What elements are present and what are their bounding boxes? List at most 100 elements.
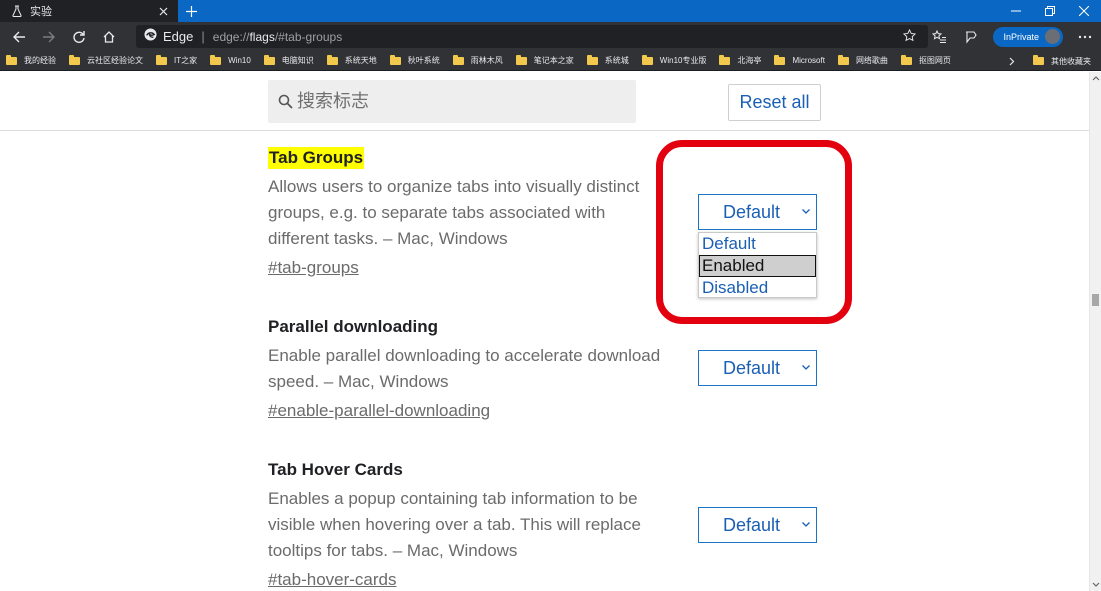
- bookmark-label: 网络歌曲: [855, 56, 888, 65]
- flag-description: Allows users to organize tabs into visua…: [268, 177, 640, 248]
- search-box[interactable]: [268, 80, 636, 123]
- select-value: Default: [723, 357, 781, 378]
- bookmark-item[interactable]: 抠图网页: [900, 54, 951, 66]
- header-divider: [0, 130, 1089, 131]
- address-separator: |: [201, 29, 205, 44]
- bookmarks-bar: 我的经验 云社区经验论文 IT之家 Win10 电脑知识 系统天地 秋叶系统 雨林木风 笔记本之…: [0, 51, 1101, 71]
- bookmark-item[interactable]: 我的经验: [6, 54, 56, 66]
- home-icon: [103, 30, 115, 43]
- bookmark-label: 云社区经验论文: [87, 56, 143, 65]
- bookmark-item[interactable]: IT之家: [156, 54, 198, 66]
- flag-description: Enable parallel downloading to accelerat…: [268, 346, 661, 391]
- flags-page: Reset all Tab Groups Allows users to org…: [0, 72, 1089, 591]
- flag-select-parallel-downloading[interactable]: Default: [698, 350, 817, 386]
- search-icon: [278, 94, 293, 109]
- url-prefix: edge://: [212, 29, 250, 44]
- chevron-down-icon: [801, 362, 811, 372]
- flag-description: Enables a popup containing tab informati…: [268, 489, 641, 560]
- restore-button[interactable]: [1033, 0, 1067, 22]
- folder-icon: [641, 54, 653, 65]
- scroll-down-icon[interactable]: [1092, 581, 1100, 589]
- address-bar[interactable]: Edge | edge://flags/#tab-groups: [136, 25, 928, 48]
- chevron-right-icon[interactable]: [1005, 54, 1019, 68]
- inprivate-label: InPrivate: [1003, 31, 1039, 42]
- browser-tab[interactable]: 实验: [0, 0, 178, 22]
- folder-icon: [389, 54, 401, 65]
- favorites-button[interactable]: [923, 22, 955, 51]
- bookmark-label: Microsoft: [792, 56, 825, 65]
- folder-icon: [156, 54, 167, 65]
- flag-link[interactable]: #enable-parallel-downloading: [268, 399, 490, 423]
- flag-select-tab-hover-cards[interactable]: Default: [698, 507, 817, 543]
- minimize-icon: [1011, 10, 1021, 12]
- bookmark-label: 其他收藏夹: [1051, 56, 1091, 66]
- bookmark-item[interactable]: Microsoft: [774, 54, 825, 65]
- bookmark-label: 抠图网页: [918, 56, 951, 65]
- collections-button[interactable]: [955, 22, 987, 51]
- browser-toolbar: Edge | edge://flags/#tab-groups InPrivat…: [0, 22, 1101, 51]
- flag-link[interactable]: #tab-hover-cards: [268, 568, 397, 591]
- other-favorites[interactable]: 其他收藏夹: [1033, 51, 1091, 71]
- avatar: [1045, 29, 1060, 44]
- bookmark-label: 系统城: [604, 56, 629, 65]
- tab-title: 实验: [30, 6, 52, 18]
- annotation-highlight-box: [656, 140, 852, 324]
- scrollbar-thumb[interactable]: [1092, 294, 1099, 306]
- bookmark-label: Win10专业版: [659, 56, 707, 65]
- search-input[interactable]: [297, 91, 617, 112]
- bookmark-label: 笔记本之家: [533, 56, 574, 65]
- bookmark-item[interactable]: 系统城: [586, 54, 629, 66]
- bookmark-item[interactable]: 笔记本之家: [515, 54, 574, 66]
- reset-all-button[interactable]: Reset all: [728, 84, 821, 121]
- settings-menu-button[interactable]: [1069, 22, 1101, 51]
- folder-icon: [210, 54, 222, 65]
- inprivate-badge[interactable]: InPrivate: [993, 26, 1063, 47]
- bookmark-item[interactable]: 网络歌曲: [837, 54, 888, 66]
- title-bar: 实验: [0, 0, 1101, 22]
- folder-icon: [719, 54, 731, 65]
- close-icon[interactable]: [156, 4, 170, 18]
- folder-icon: [774, 54, 786, 65]
- plus-icon: [185, 5, 197, 17]
- bookmark-label: 雨林木风: [470, 56, 503, 65]
- scroll-up-icon[interactable]: [1092, 74, 1100, 82]
- more-dots-icon: [1078, 35, 1092, 38]
- bookmark-item[interactable]: Win10: [210, 54, 251, 65]
- flag-title: Tab Groups: [268, 147, 365, 169]
- bookmark-item[interactable]: 系统天地: [326, 54, 377, 66]
- select-value: Default: [723, 514, 781, 535]
- favorites-list-icon: [932, 29, 947, 43]
- folder-icon: [586, 54, 598, 65]
- bookmark-item[interactable]: 雨林木风: [452, 54, 503, 66]
- bookmark-item[interactable]: Win10专业版: [641, 54, 707, 66]
- flag-title: Parallel downloading: [268, 317, 439, 336]
- bookmark-item[interactable]: 秋叶系统: [389, 54, 440, 66]
- flag-parallel-downloading: Parallel downloading Enable parallel dow…: [268, 316, 688, 423]
- collections-icon: [966, 30, 978, 44]
- flag-link[interactable]: #tab-groups: [268, 256, 359, 280]
- favorite-star-icon[interactable]: [902, 28, 917, 47]
- folder-icon: [326, 54, 338, 65]
- bookmark-item[interactable]: 北海亭: [719, 54, 761, 66]
- home-button[interactable]: [94, 22, 124, 51]
- flask-icon: [10, 4, 24, 18]
- flag-title: Tab Hover Cards: [268, 460, 403, 479]
- folder-icon: [452, 54, 464, 65]
- chevron-down-icon: [801, 519, 811, 529]
- bookmark-label: 电脑知识: [281, 56, 314, 65]
- bookmark-item[interactable]: 云社区经验论文: [69, 54, 143, 66]
- back-button[interactable]: [4, 22, 34, 51]
- back-arrow-icon: [13, 31, 25, 42]
- minimize-button[interactable]: [999, 0, 1033, 22]
- close-window-button[interactable]: [1067, 0, 1101, 22]
- vertical-scrollbar[interactable]: [1089, 72, 1101, 591]
- bookmark-label: 系统天地: [344, 56, 377, 65]
- refresh-button[interactable]: [64, 22, 94, 51]
- bookmark-item[interactable]: 电脑知识: [263, 54, 314, 66]
- bookmark-label: IT之家: [174, 56, 198, 65]
- new-tab-button[interactable]: [180, 0, 202, 22]
- forward-button[interactable]: [34, 22, 64, 51]
- url-host: flags: [249, 29, 275, 44]
- folder-icon: [6, 54, 17, 65]
- folder-icon: [515, 54, 527, 65]
